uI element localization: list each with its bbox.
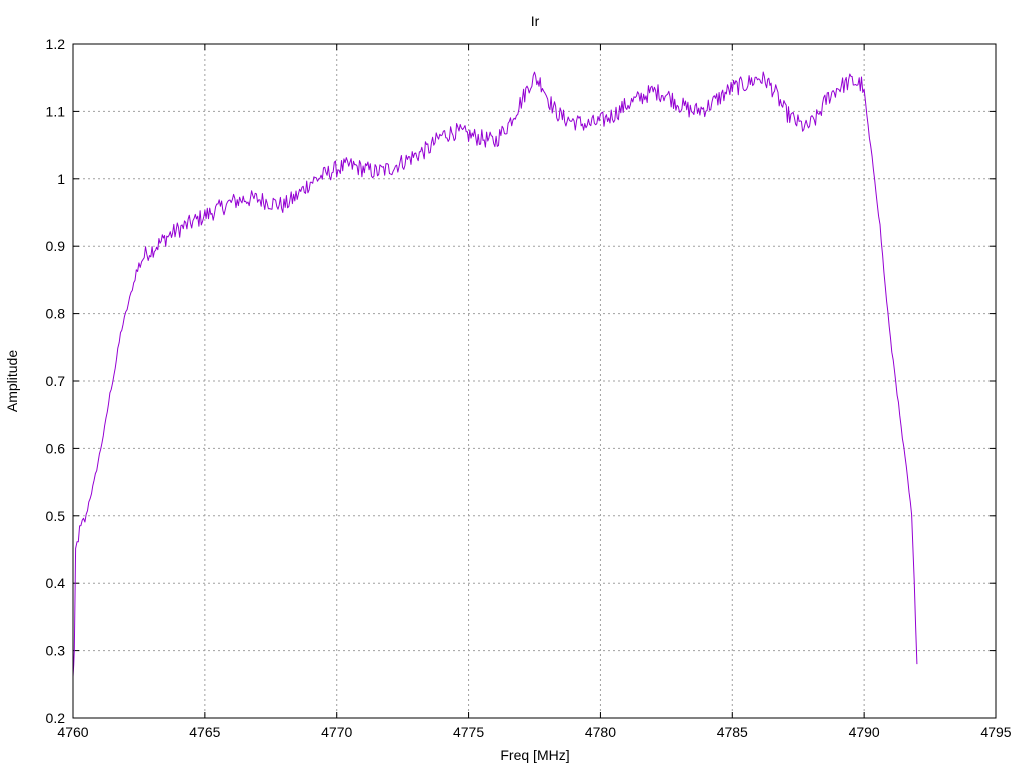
y-tick-label: 0.7 [46, 373, 66, 389]
y-tick-label: 1.1 [46, 103, 66, 119]
x-axis-label: Freq [MHz] [500, 747, 569, 763]
x-tick-label: 4770 [321, 724, 352, 740]
x-tick-label: 4785 [717, 724, 748, 740]
y-tick-label: 0.6 [46, 440, 66, 456]
y-tick-label: 0.3 [46, 643, 66, 659]
chart-title: Ir [531, 13, 540, 29]
y-tick-label: 0.9 [46, 238, 66, 254]
y-tick-label: 1.2 [46, 36, 66, 52]
y-axis-label: Amplitude [4, 350, 20, 412]
x-tick-label: 4760 [57, 724, 88, 740]
x-tick-label: 4790 [849, 724, 880, 740]
grid-lines [73, 44, 996, 718]
x-tick-label: 4765 [189, 724, 220, 740]
axis-ticks: 4760 4765 4770 4775 4780 4785 4790 4795 0.2 0.3 0.… [46, 36, 1012, 740]
x-tick-label: 4780 [585, 724, 616, 740]
x-tick-label: 4775 [453, 724, 484, 740]
y-tick-label: 0.4 [46, 575, 66, 591]
line-chart: Ir Amplitude Freq [MHz] 4760 4765 4770 4775… [4, 13, 1012, 763]
y-tick-label: 0.2 [46, 710, 66, 726]
y-tick-label: 1 [57, 171, 65, 187]
chart-container: Ir Amplitude Freq [MHz] 4760 4765 4770 4775… [0, 0, 1024, 768]
y-tick-label: 0.5 [46, 508, 66, 524]
x-tick-label: 4795 [980, 724, 1011, 740]
y-tick-label: 0.8 [46, 306, 66, 322]
series-layer [72, 71, 918, 677]
series-line [72, 71, 918, 677]
